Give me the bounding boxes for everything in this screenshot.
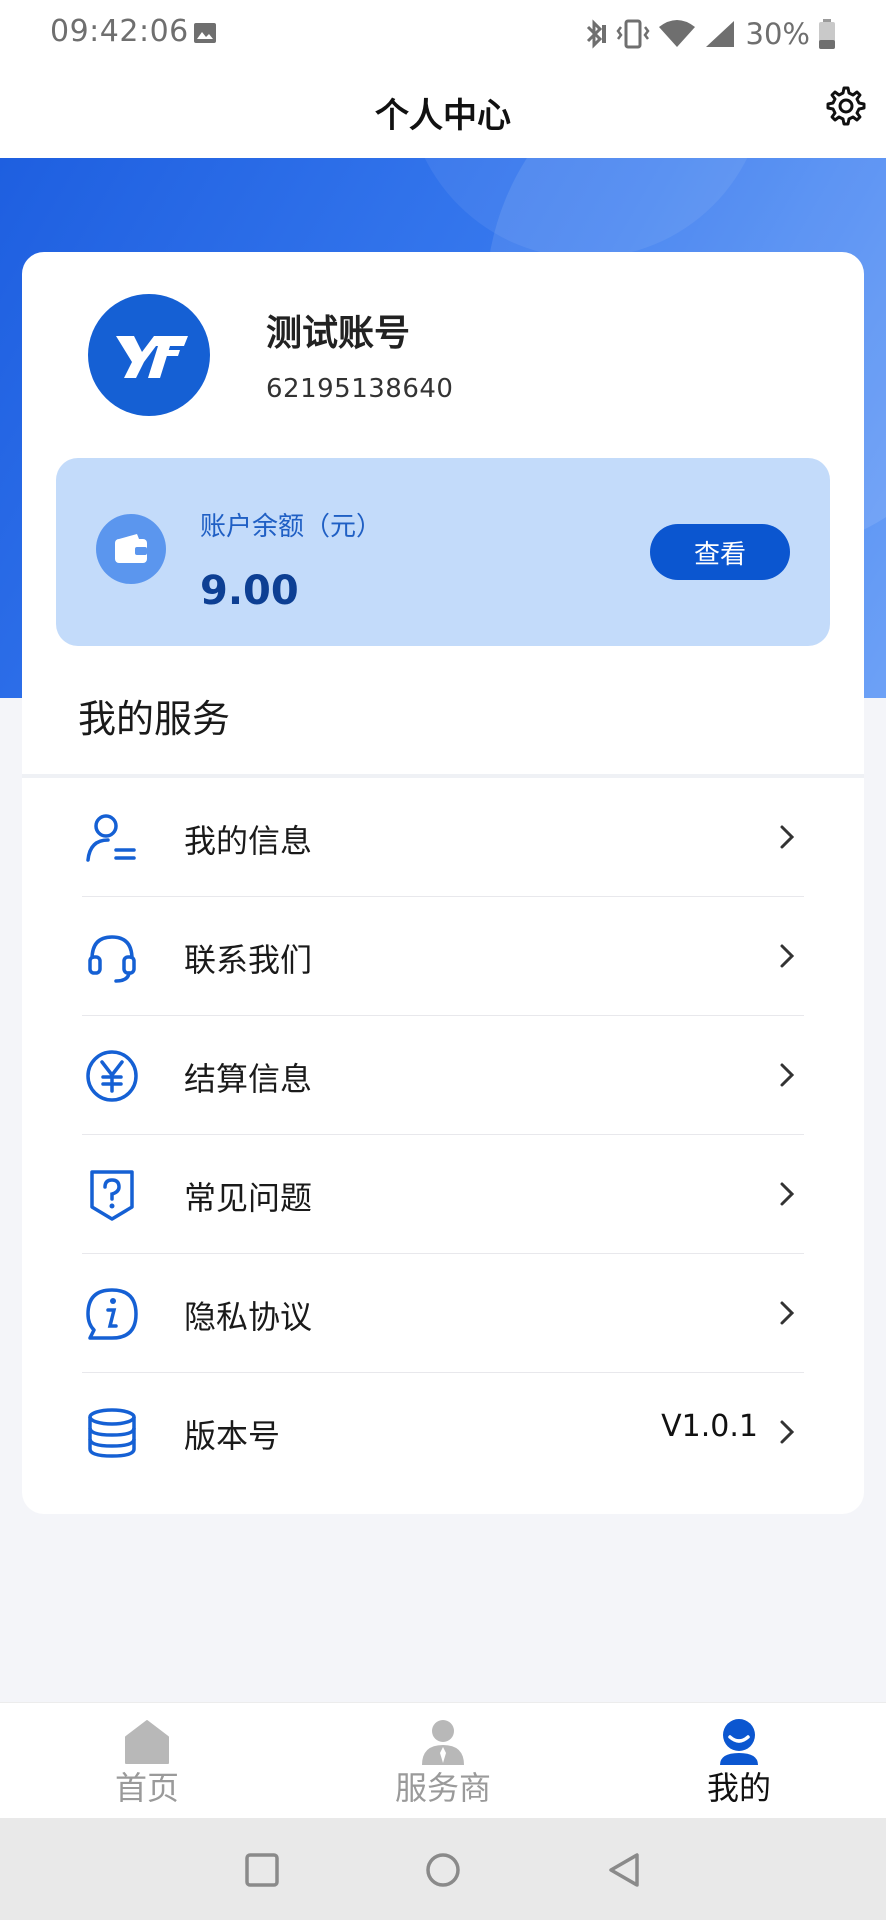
- user-name: 测试账号: [266, 313, 411, 354]
- question-icon: [90, 1170, 134, 1221]
- status-icons: 30%: [582, 14, 836, 54]
- tab-label: 我的: [706, 1769, 771, 1807]
- menu-item-contact-us[interactable]: 联系我们: [22, 897, 864, 1016]
- menu-item-label: 隐私协议: [184, 1298, 313, 1336]
- avatar[interactable]: [88, 294, 210, 416]
- services-title: 我的服务: [78, 697, 231, 741]
- menu-item-label: 结算信息: [184, 1060, 313, 1098]
- wifi-icon: [658, 20, 695, 47]
- balance-panel: 账户余额（元） 9.00 查看: [56, 458, 830, 646]
- wallet-icon: [96, 514, 166, 584]
- database-icon: [88, 1408, 136, 1458]
- chevron-right-icon: [780, 1420, 795, 1444]
- tab-label: 首页: [114, 1769, 179, 1807]
- balance-label: 账户余额（元）: [200, 512, 383, 542]
- menu-item-settlement-info[interactable]: 结算信息: [22, 1016, 864, 1135]
- status-bar: 09:42:06 30%: [0, 0, 886, 66]
- vibrate-icon: [615, 19, 650, 49]
- info-icon: [86, 1288, 138, 1340]
- tab-provider[interactable]: 服务商: [343, 1703, 543, 1819]
- system-nav-bar: [0, 1818, 886, 1920]
- image-notification-icon: [194, 23, 216, 43]
- account-id: 62195138640: [266, 374, 454, 404]
- services-menu: 我的信息 联系我们 结算信息 常见问题 隐私协议 版本号 V1.0.1: [22, 778, 864, 1492]
- home-button[interactable]: [421, 1848, 465, 1892]
- menu-item-label: 版本号: [184, 1417, 281, 1455]
- menu-item-privacy-policy[interactable]: 隐私协议: [22, 1254, 864, 1373]
- provider-icon: [422, 1720, 464, 1765]
- tab-mine[interactable]: 我的: [639, 1703, 839, 1819]
- gear-icon[interactable]: [826, 86, 866, 126]
- back-button[interactable]: [603, 1848, 647, 1892]
- balance-value: 9.00: [200, 568, 299, 614]
- battery-icon: [819, 19, 835, 49]
- recents-button[interactable]: [240, 1848, 284, 1892]
- battery-percent: 30%: [745, 17, 810, 51]
- chevron-right-icon: [780, 1301, 795, 1325]
- headset-icon: [88, 935, 136, 983]
- tab-home[interactable]: 首页: [47, 1703, 247, 1819]
- chevron-right-icon: [780, 825, 795, 849]
- menu-item-label: 我的信息: [184, 822, 313, 860]
- bottom-tab-bar: 首页 服务商 我的: [0, 1702, 886, 1818]
- chevron-right-icon: [780, 944, 795, 968]
- home-icon: [125, 1720, 169, 1764]
- chevron-right-icon: [780, 1063, 795, 1087]
- yen-icon: [86, 1050, 138, 1102]
- menu-item-my-info[interactable]: 我的信息: [22, 778, 864, 897]
- menu-item-version[interactable]: 版本号 V1.0.1: [22, 1373, 864, 1492]
- bluetooth-icon: [586, 19, 606, 49]
- chevron-right-icon: [780, 1182, 795, 1206]
- profile-card: 测试账号 62195138640 账户余额（元） 9.00 查看 我的服务 我的…: [22, 252, 864, 1514]
- profile-icon: [720, 1719, 758, 1765]
- menu-item-label: 联系我们: [184, 941, 313, 979]
- yft-logo-icon: [116, 336, 188, 378]
- menu-item-faq[interactable]: 常见问题: [22, 1135, 864, 1254]
- menu-item-label: 常见问题: [184, 1179, 313, 1217]
- header: 个人中心: [0, 66, 886, 158]
- status-time: 09:42:06: [50, 14, 189, 49]
- user-info-icon: [86, 814, 136, 862]
- page-title: 个人中心: [375, 96, 511, 136]
- version-value: V1.0.1: [661, 1409, 758, 1444]
- view-balance-button[interactable]: 查看: [650, 524, 790, 580]
- tab-label: 服务商: [394, 1769, 491, 1807]
- signal-icon: [705, 21, 734, 47]
